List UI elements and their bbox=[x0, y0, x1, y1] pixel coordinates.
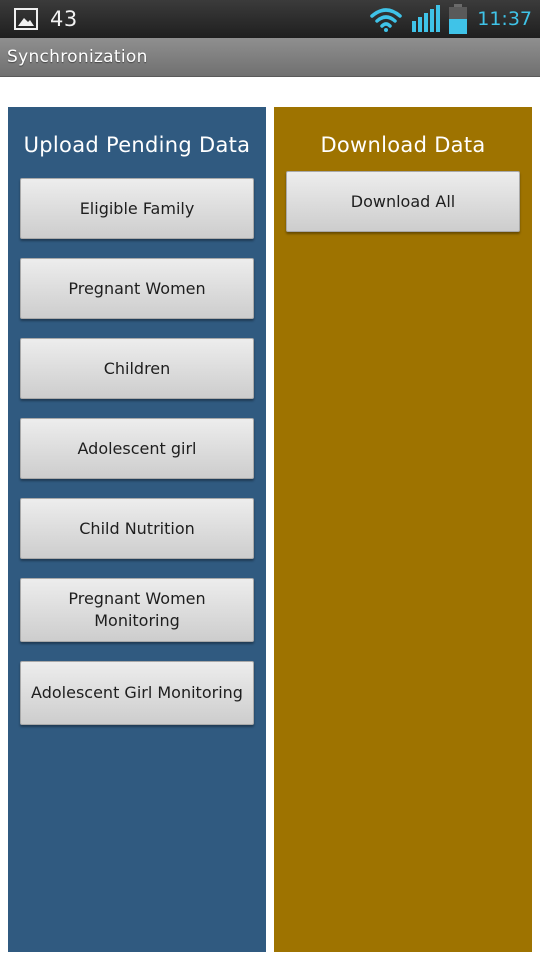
child-nutrition-button[interactable]: Child Nutrition bbox=[20, 498, 254, 559]
upload-panel: Upload Pending Data Eligible Family Preg… bbox=[8, 107, 266, 952]
adolescent-girl-monitoring-button[interactable]: Adolescent Girl Monitoring bbox=[20, 661, 254, 725]
upload-panel-title: Upload Pending Data bbox=[23, 133, 251, 157]
eligible-family-button[interactable]: Eligible Family bbox=[20, 178, 254, 239]
children-button[interactable]: Children bbox=[20, 338, 254, 399]
page-title: Synchronization bbox=[7, 47, 148, 67]
status-right: 11:37 bbox=[369, 4, 532, 34]
download-all-button[interactable]: Download All bbox=[286, 171, 520, 232]
status-bar: 43 11:37 bbox=[0, 0, 540, 38]
gallery-icon bbox=[14, 8, 38, 30]
adolescent-girl-button[interactable]: Adolescent girl bbox=[20, 418, 254, 479]
status-left: 43 bbox=[14, 6, 78, 32]
download-panel-title: Download Data bbox=[320, 133, 486, 157]
download-panel: Download Data Download All bbox=[274, 107, 532, 952]
wifi-icon bbox=[370, 8, 402, 32]
pregnant-women-monitoring-button[interactable]: Pregnant Women Monitoring bbox=[20, 578, 254, 642]
clock-time: 11:37 bbox=[477, 8, 532, 30]
pregnant-women-button[interactable]: Pregnant Women bbox=[20, 258, 254, 319]
notification-count: 43 bbox=[50, 7, 78, 31]
title-bar: Synchronization bbox=[0, 38, 540, 77]
signal-icon bbox=[412, 5, 441, 32]
battery-icon bbox=[449, 4, 468, 34]
